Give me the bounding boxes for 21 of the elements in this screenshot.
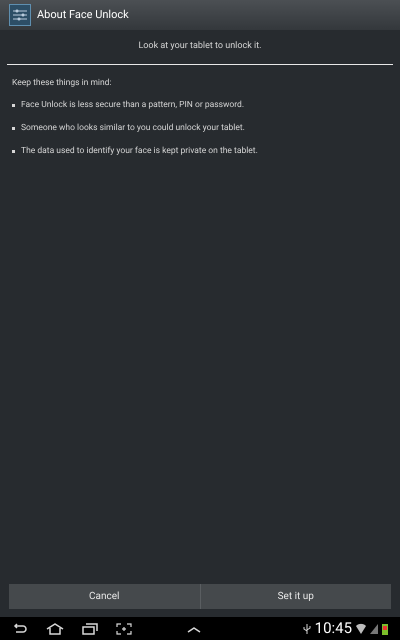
back-icon[interactable] bbox=[12, 622, 28, 634]
note-text: Someone who looks similar to you could unlock your tablet. bbox=[21, 122, 245, 135]
note-text: Face Unlock is less secure than a pattern, PIN or password. bbox=[21, 99, 244, 112]
usb-icon bbox=[302, 622, 311, 634]
cancel-button[interactable]: Cancel bbox=[9, 584, 200, 609]
settings-sliders-icon[interactable] bbox=[9, 4, 31, 26]
wifi-icon bbox=[356, 622, 366, 634]
signal-icon bbox=[370, 624, 378, 634]
home-icon[interactable] bbox=[46, 622, 64, 634]
recent-apps-icon[interactable] bbox=[82, 622, 98, 634]
bullet-icon bbox=[12, 104, 15, 108]
setup-button[interactable]: Set it up bbox=[200, 584, 391, 609]
clock: 10:45 bbox=[314, 621, 352, 636]
notes-heading: Keep these things in mind: bbox=[12, 76, 113, 90]
intro-text: Look at your tablet to unlock it. bbox=[137, 40, 263, 53]
screenshot-icon[interactable] bbox=[116, 622, 132, 634]
battery-icon bbox=[382, 622, 388, 634]
bullet-icon bbox=[12, 126, 15, 130]
screen-title: About Face Unlock bbox=[37, 6, 129, 23]
note-text: The data used to identify your face is kept private on the tablet. bbox=[21, 144, 258, 158]
bullet-icon bbox=[12, 150, 15, 153]
